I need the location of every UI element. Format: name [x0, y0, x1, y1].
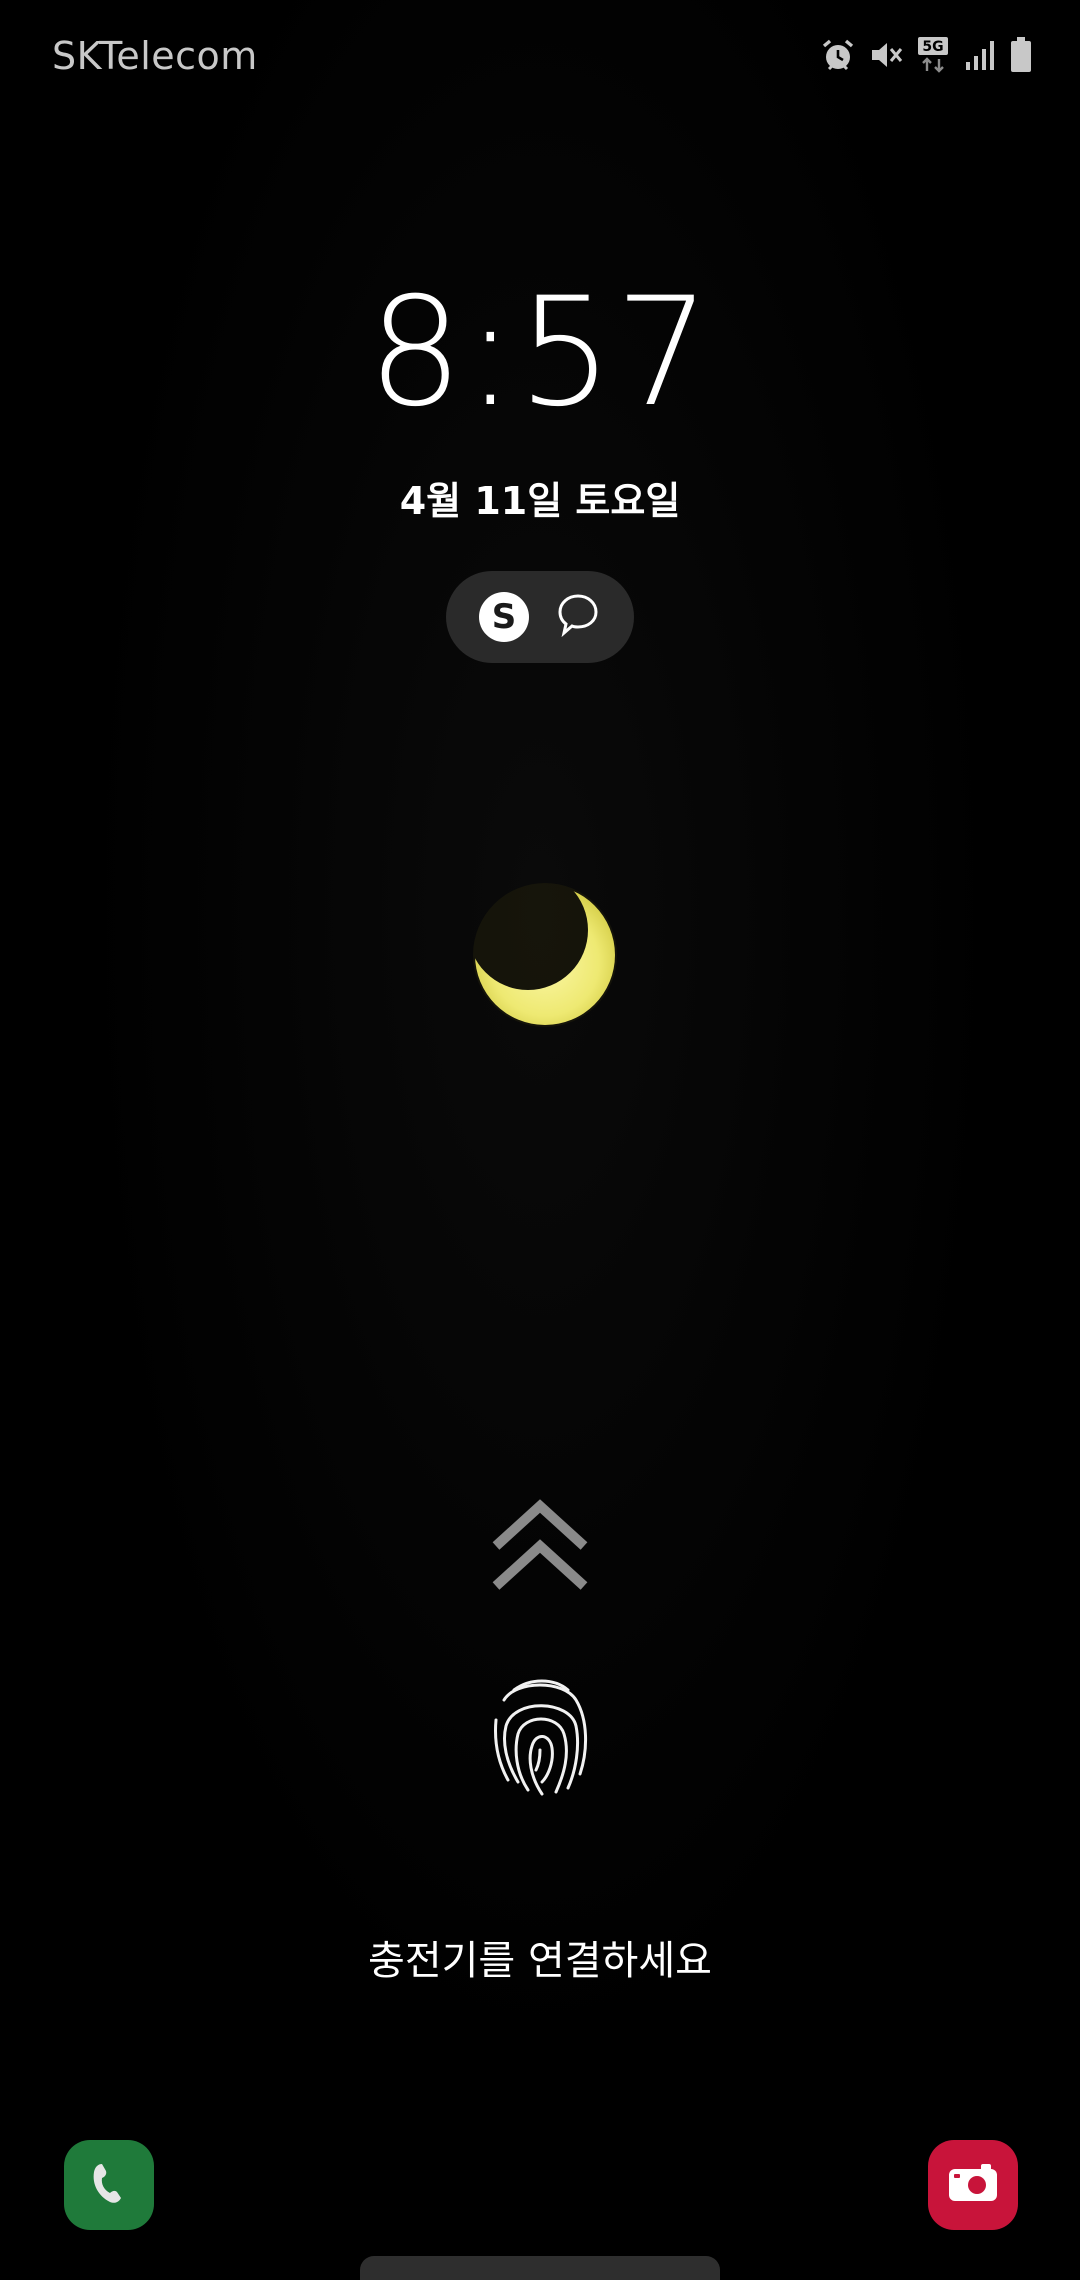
phone-icon [86, 2160, 132, 2210]
charge-message: 충전기를 연결하세요 [368, 1938, 712, 1984]
swipe-up-chevron-icon[interactable] [490, 1498, 590, 1594]
battery-icon [1010, 37, 1032, 73]
signal-icon [964, 38, 998, 72]
status-bar: SKTelecom 5G [0, 0, 1080, 110]
camera-shortcut-button[interactable] [928, 2140, 1018, 2230]
home-gesture-handle[interactable] [360, 2256, 720, 2280]
5g-icon: 5G [916, 35, 952, 75]
camera-icon [947, 2161, 999, 2209]
mute-icon [868, 37, 904, 73]
lock-screen: SKTelecom 5G 8:57 4월 11일 토요일 S 충전기를 연결하세… [0, 0, 1080, 2280]
message-bubble-icon[interactable] [555, 592, 601, 642]
lock-clock: 8:57 [367, 266, 713, 440]
fingerprint-icon[interactable] [484, 1670, 596, 1798]
svg-text:5G: 5G [922, 39, 943, 55]
notification-icons-pill[interactable]: S [446, 571, 634, 663]
samsung-pay-icon[interactable]: S [479, 592, 529, 642]
crescent-moon-image [470, 880, 620, 1030]
status-icons: 5G [820, 32, 1032, 78]
phone-shortcut-button[interactable] [64, 2140, 154, 2230]
lock-date: 4월 11일 토요일 [399, 479, 681, 523]
carrier-name: SKTelecom [52, 34, 258, 78]
alarm-icon [820, 37, 856, 73]
